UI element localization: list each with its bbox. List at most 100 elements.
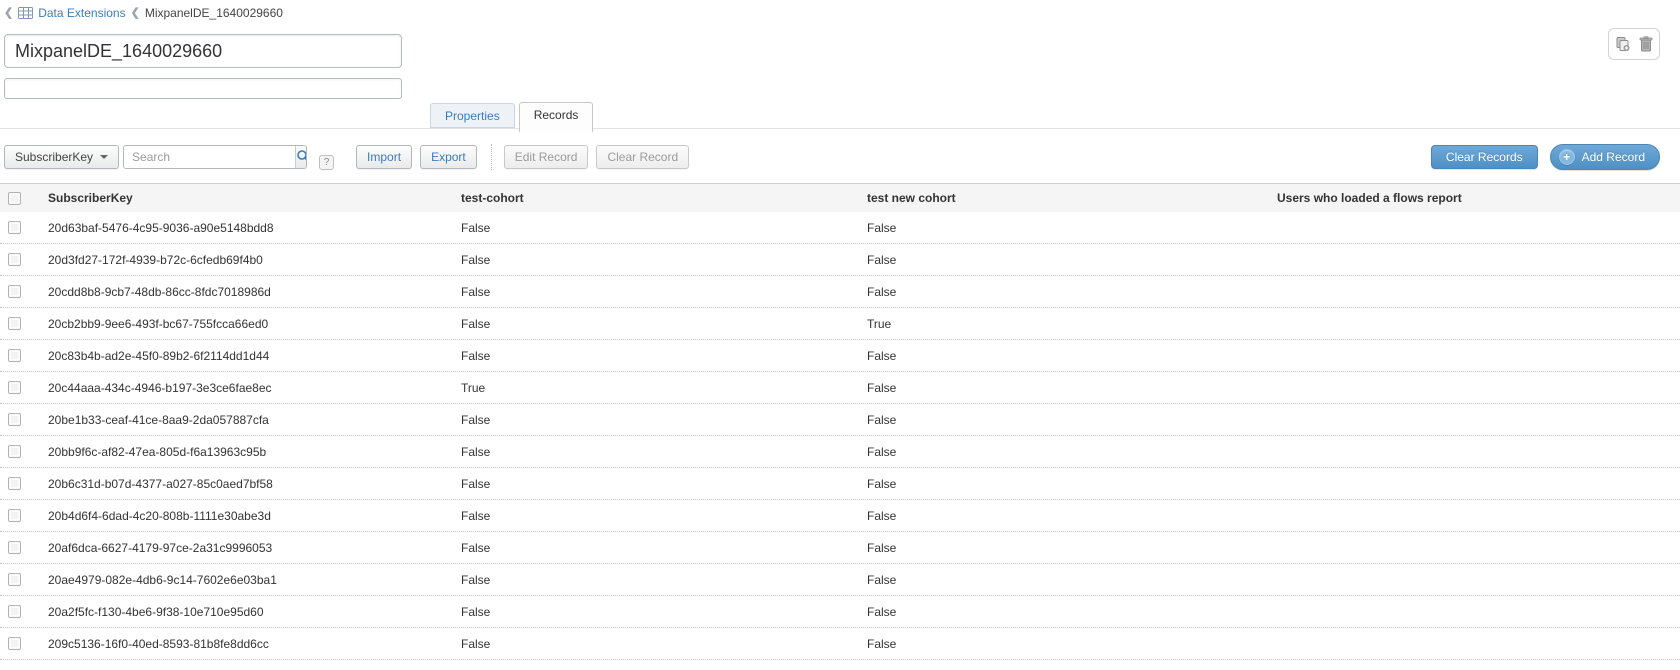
trash-icon[interactable] <box>1639 36 1653 52</box>
column-header-test-cohort[interactable]: test-cohort <box>459 191 865 205</box>
test-cohort-cell: False <box>459 317 865 331</box>
test-cohort-cell: False <box>459 573 865 587</box>
subscriber-key-cell: 20af6dca-6627-4179-97ce-2a31c9996053 <box>46 541 459 555</box>
table-row: 20ae4979-082e-4db6-9c14-7602e6e03ba1 Fal… <box>0 564 1680 596</box>
row-checkbox[interactable] <box>8 285 21 298</box>
row-checkbox[interactable] <box>8 605 21 618</box>
row-checkbox[interactable] <box>8 541 21 554</box>
subscriber-key-cell: 20be1b33-ceaf-41ce-8aa9-2da057887cfa <box>46 413 459 427</box>
subscriber-key-cell: 20cdd8b8-9cb7-48db-86cc-8fdc7018986d <box>46 285 459 299</box>
test-cohort-cell: True <box>459 381 865 395</box>
test-cohort-cell: False <box>459 349 865 363</box>
test-cohort-cell: False <box>459 477 865 491</box>
test-cohort-cell: False <box>459 253 865 267</box>
subscriber-key-cell: 20d3fd27-172f-4939-b72c-6cfedb69f4b0 <box>46 253 459 267</box>
search-input[interactable] <box>124 146 295 168</box>
table-header-row: SubscriberKey test-cohort test new cohor… <box>0 183 1680 212</box>
table-row: 20a2f5fc-f130-4be6-9f38-10e710e95d60 Fal… <box>0 596 1680 628</box>
test-new-cohort-cell: False <box>865 445 1275 459</box>
row-checkbox[interactable] <box>8 637 21 650</box>
row-checkbox[interactable] <box>8 509 21 522</box>
row-checkbox[interactable] <box>8 381 21 394</box>
add-record-label: Add Record <box>1582 150 1645 164</box>
table-row: 20d3fd27-172f-4939-b72c-6cfedb69f4b0 Fal… <box>0 244 1680 276</box>
chevron-down-icon <box>100 155 108 159</box>
column-header-users-flows-report[interactable]: Users who loaded a flows report <box>1275 191 1680 205</box>
plus-icon: + <box>1559 149 1575 165</box>
clear-records-button[interactable]: Clear Records <box>1431 145 1538 169</box>
table-row: 20be1b33-ceaf-41ce-8aa9-2da057887cfa Fal… <box>0 404 1680 436</box>
search-field-selector[interactable]: SubscriberKey <box>4 145 119 169</box>
test-cohort-cell: False <box>459 445 865 459</box>
column-header-test-new-cohort[interactable]: test new cohort <box>865 191 1275 205</box>
breadcrumb-current-item: MixpanelDE_1640029660 <box>145 6 283 20</box>
test-new-cohort-cell: False <box>865 381 1275 395</box>
test-cohort-cell: False <box>459 413 865 427</box>
test-new-cohort-cell: False <box>865 477 1275 491</box>
test-cohort-cell: False <box>459 637 865 651</box>
table-row: 20cb2bb9-9ee6-493f-bc67-755fcca66ed0 Fal… <box>0 308 1680 340</box>
subscriber-key-cell: 20b4d6f4-6dad-4c20-808b-1111e30abe3d <box>46 509 459 523</box>
row-checkbox[interactable] <box>8 477 21 490</box>
row-checkbox[interactable] <box>8 253 21 266</box>
edit-record-button[interactable]: Edit Record <box>504 145 589 169</box>
tab-records[interactable]: Records <box>519 102 594 132</box>
table-row: 20c83b4b-ad2e-45f0-89b2-6f2114dd1d44 Fal… <box>0 340 1680 372</box>
breadcrumb-separator-icon: ❮ <box>131 6 140 19</box>
records-table: SubscriberKey test-cohort test new cohor… <box>0 183 1680 660</box>
clear-record-button[interactable]: Clear Record <box>596 145 689 169</box>
help-icon[interactable]: ? <box>319 155 334 170</box>
test-new-cohort-cell: False <box>865 221 1275 235</box>
subscriber-key-cell: 20c83b4b-ad2e-45f0-89b2-6f2114dd1d44 <box>46 349 459 363</box>
test-cohort-cell: False <box>459 541 865 555</box>
export-button[interactable]: Export <box>420 145 477 169</box>
de-external-key-input[interactable] <box>4 78 402 99</box>
search-icon <box>296 149 307 166</box>
records-toolbar: SubscriberKey ? Import Export Edit Recor… <box>0 129 1680 173</box>
subscriber-key-cell: 20d63baf-5476-4c95-9036-a90e5148bdd8 <box>46 221 459 235</box>
table-row: 209c5136-16f0-40ed-8593-81b8fe8dd6cc Fal… <box>0 628 1680 660</box>
row-checkbox[interactable] <box>8 349 21 362</box>
test-new-cohort-cell: False <box>865 349 1275 363</box>
breadcrumb-data-extensions-link[interactable]: Data Extensions <box>38 6 125 20</box>
test-new-cohort-cell: False <box>865 285 1275 299</box>
test-new-cohort-cell: False <box>865 637 1275 651</box>
toolbar-divider <box>491 144 492 170</box>
table-body: 20d63baf-5476-4c95-9036-a90e5148bdd8 Fal… <box>0 212 1680 660</box>
table-row: 20d63baf-5476-4c95-9036-a90e5148bdd8 Fal… <box>0 212 1680 244</box>
table-row: 20cdd8b8-9cb7-48db-86cc-8fdc7018986d Fal… <box>0 276 1680 308</box>
row-checkbox[interactable] <box>8 413 21 426</box>
test-new-cohort-cell: False <box>865 541 1275 555</box>
test-new-cohort-cell: False <box>865 509 1275 523</box>
table-row: 20b4d6f4-6dad-4c20-808b-1111e30abe3d Fal… <box>0 500 1680 532</box>
row-checkbox[interactable] <box>8 445 21 458</box>
row-checkbox[interactable] <box>8 573 21 586</box>
subscriber-key-cell: 20b6c31d-b07d-4377-a027-85c0aed7bf58 <box>46 477 459 491</box>
row-checkbox[interactable] <box>8 317 21 330</box>
import-button[interactable]: Import <box>356 145 412 169</box>
subscriber-key-cell: 20cb2bb9-9ee6-493f-bc67-755fcca66ed0 <box>46 317 459 331</box>
tab-bar: Properties Records <box>430 102 593 128</box>
search-button[interactable] <box>295 146 307 168</box>
row-checkbox[interactable] <box>8 221 21 234</box>
test-new-cohort-cell: False <box>865 573 1275 587</box>
select-all-checkbox[interactable] <box>8 192 21 205</box>
data-extension-grid-icon <box>18 7 33 19</box>
test-new-cohort-cell: True <box>865 317 1275 331</box>
column-header-subscriberkey[interactable]: SubscriberKey <box>46 191 459 205</box>
test-new-cohort-cell: False <box>865 413 1275 427</box>
test-cohort-cell: False <box>459 285 865 299</box>
test-new-cohort-cell: False <box>865 253 1275 267</box>
subscriber-key-cell: 20bb9f6c-af82-47ea-805d-f6a13963c95b <box>46 445 459 459</box>
table-row: 20bb9f6c-af82-47ea-805d-f6a13963c95b Fal… <box>0 436 1680 468</box>
search-box <box>123 145 307 169</box>
subscriber-key-cell: 209c5136-16f0-40ed-8593-81b8fe8dd6cc <box>46 637 459 651</box>
copy-icon[interactable] <box>1615 36 1631 52</box>
subscriber-key-cell: 20c44aaa-434c-4946-b197-3e3ce6fae8ec <box>46 381 459 395</box>
back-chevron-icon[interactable]: ❮ <box>4 6 13 19</box>
add-record-button[interactable]: + Add Record <box>1550 144 1660 170</box>
test-new-cohort-cell: False <box>865 605 1275 619</box>
de-name-input[interactable] <box>4 34 402 68</box>
search-field-selector-label: SubscriberKey <box>15 150 93 164</box>
tab-properties[interactable]: Properties <box>430 103 515 128</box>
